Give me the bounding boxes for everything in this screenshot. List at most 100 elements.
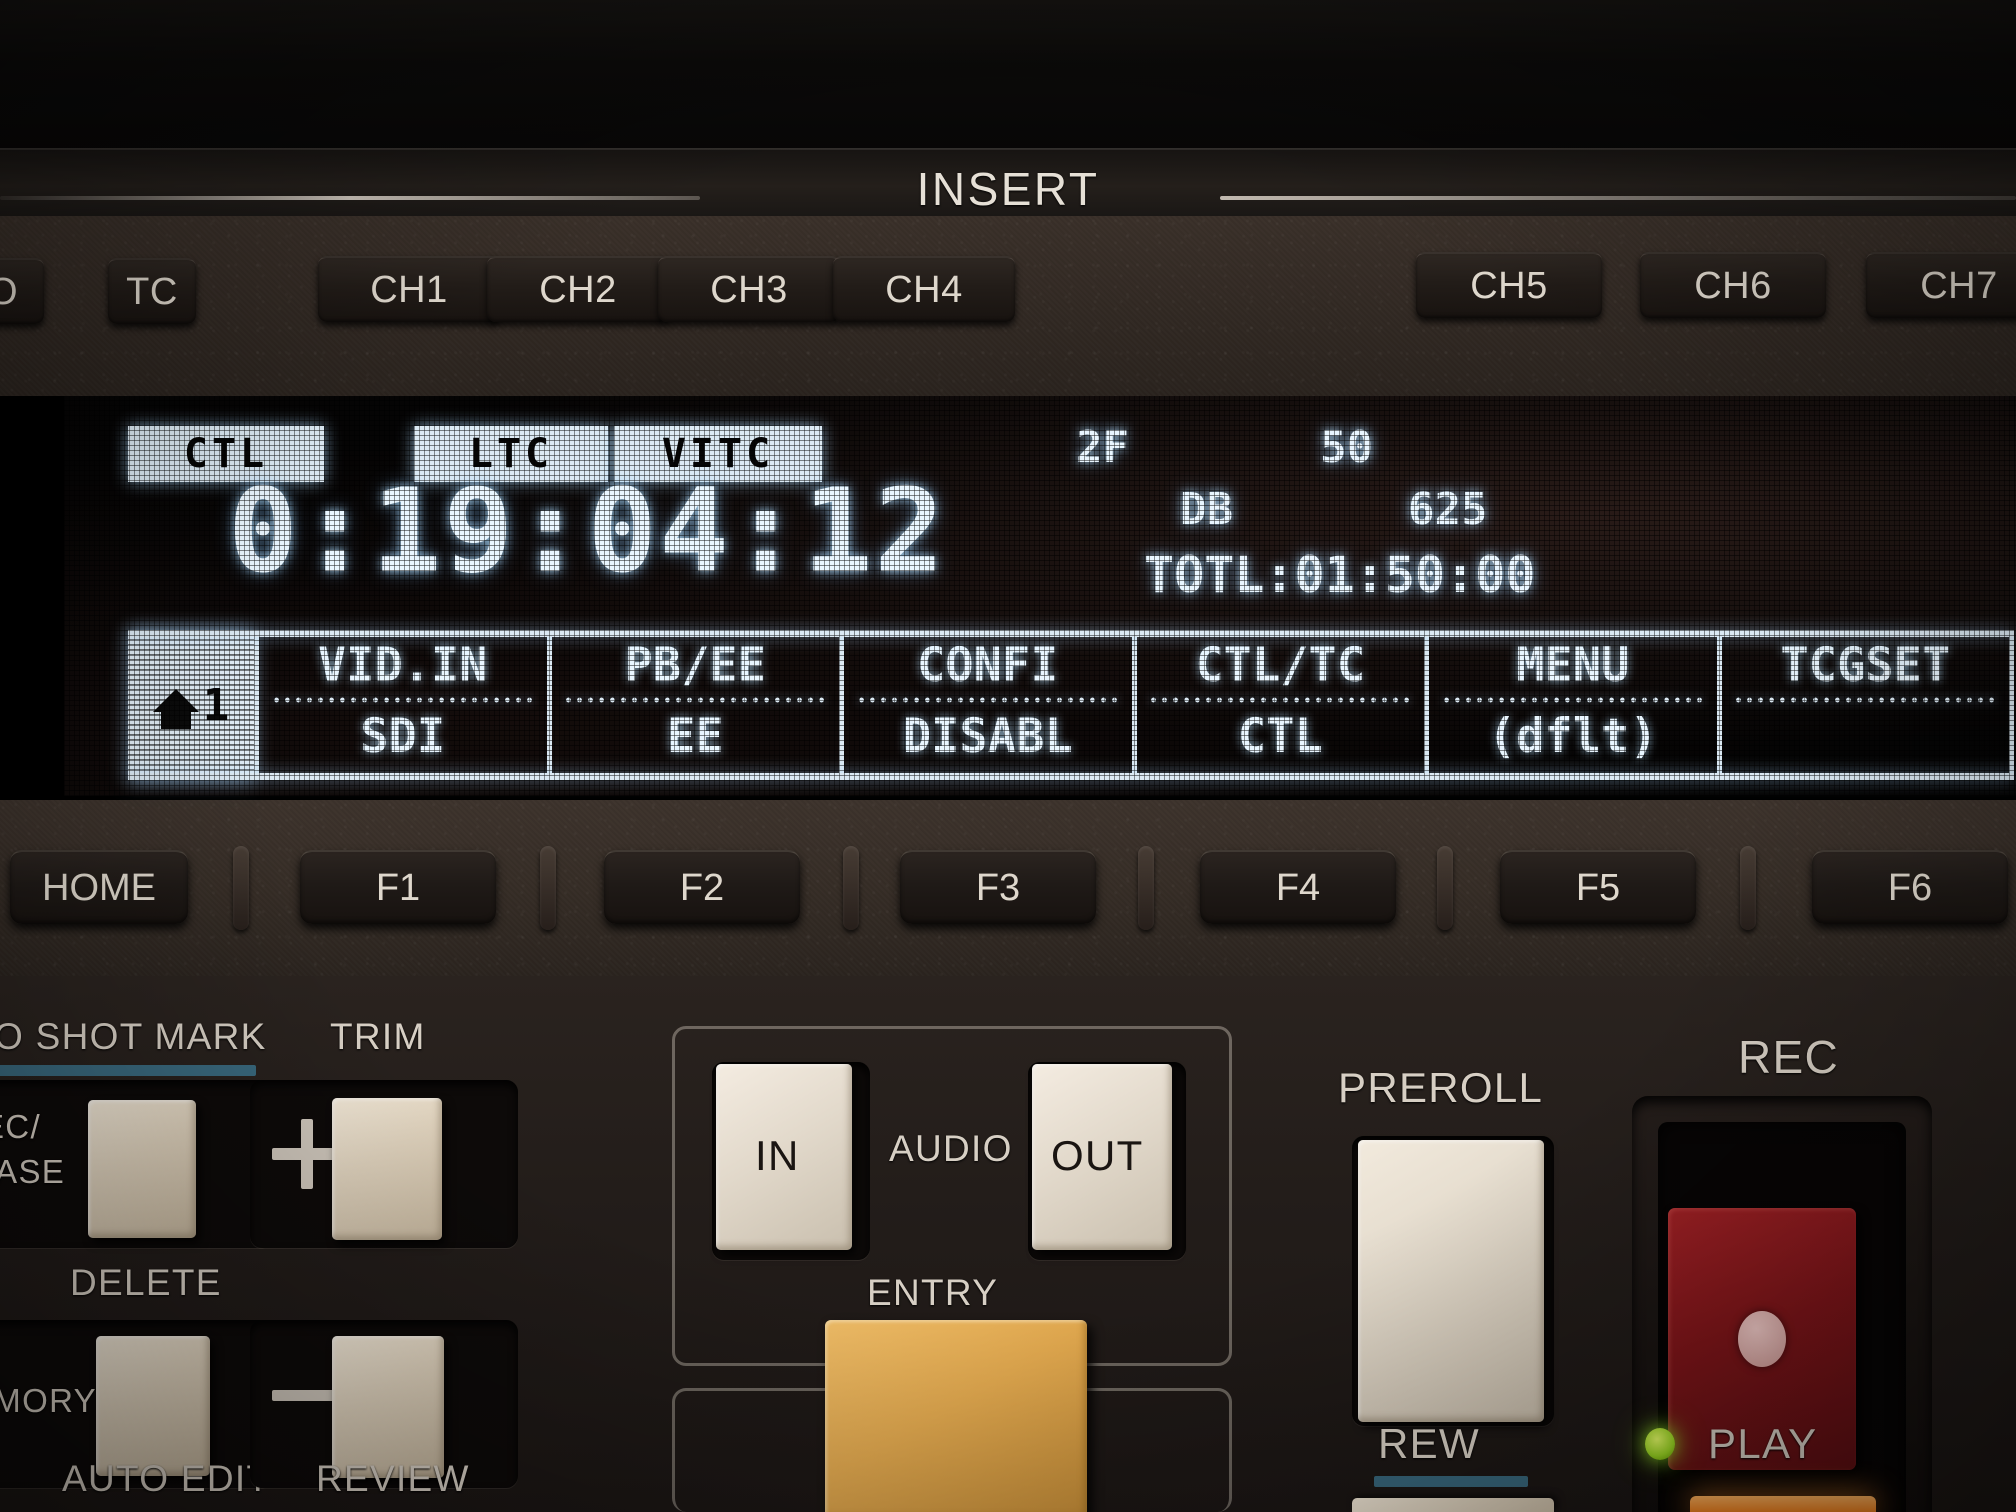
function-key-home[interactable]: HOME: [10, 850, 188, 924]
line-standard-indicator: 625: [1408, 484, 1488, 535]
channel-button-label: CH1: [370, 268, 448, 311]
main-timecode: 0:19:04:12: [228, 464, 947, 599]
channel-button-label: CH5: [1470, 264, 1548, 307]
audio-in-button-label: IN: [755, 1132, 800, 1179]
softkey-divider: [1148, 697, 1413, 703]
entry-button[interactable]: [825, 1320, 1087, 1512]
fkey-separator: [540, 846, 556, 930]
shot-mark-stripe: [0, 1065, 256, 1076]
softkey-confi[interactable]: CONFI DISABL: [839, 630, 1132, 780]
softkey-divider: [1440, 697, 1705, 703]
fkey-separator: [1740, 846, 1756, 930]
trim-plus-button[interactable]: [332, 1098, 442, 1240]
channel-button-label: CH3: [710, 268, 788, 311]
top-bezel: [0, 0, 2016, 158]
trim-plus-icon-v: [301, 1119, 313, 1189]
function-key-f2[interactable]: F2: [604, 850, 800, 924]
channel-button-label: CH4: [885, 268, 963, 311]
audio-label: AUDIO: [889, 1128, 1013, 1169]
channel-button-ch2[interactable]: CH2: [487, 256, 669, 322]
trim-minus-button[interactable]: [332, 1336, 444, 1478]
rec-erase-button[interactable]: [88, 1100, 196, 1238]
channel-button-label: CH7: [1920, 264, 1998, 307]
channel-button-ch6[interactable]: CH6: [1640, 252, 1826, 318]
total-duration: TOTL:01:50:00: [1144, 546, 1536, 604]
channel-button-ch1[interactable]: CH1: [318, 256, 500, 322]
insert-label: INSERT: [916, 163, 1100, 215]
frame-rate-indicator: 50: [1320, 422, 1373, 473]
function-key-label: F2: [679, 866, 725, 909]
softkey-menu-strip: 1 VID.IN SDI PB/EE EE CONFI DISABL CTL/T…: [128, 630, 2014, 780]
softkey-ctl-tc[interactable]: CTL/TC CTL: [1131, 630, 1425, 780]
delete-label: DELETE: [70, 1262, 222, 1303]
function-key-f4[interactable]: F4: [1200, 850, 1396, 924]
function-key-label: HOME: [42, 866, 156, 909]
home-page-number: 1: [202, 679, 230, 731]
field-indicator: 2F: [1076, 422, 1129, 473]
audio-out-button-label: OUT: [1051, 1132, 1144, 1179]
channel-button-ch3[interactable]: CH3: [658, 256, 840, 322]
auto-edit-label: AUTO EDIT: [62, 1458, 271, 1499]
softkey-label: MENU: [1516, 638, 1630, 693]
softkey-label: VID.IN: [317, 638, 488, 693]
softkey-value: DISABL: [902, 709, 1073, 764]
function-key-label: F1: [375, 866, 421, 909]
softkey-bottom-rule: [128, 773, 2014, 780]
rew-label: REW: [1378, 1420, 1480, 1467]
entry-label: ENTRY: [867, 1272, 999, 1313]
rec-erase-label-line1: EC/: [0, 1108, 41, 1145]
vtr-control-panel: INSERT O TC CH1 CH2 CH3 CH4 CH5 CH6 CH7 …: [0, 0, 2016, 1512]
function-key-f3[interactable]: F3: [900, 850, 1096, 924]
softkey-value: SDI: [360, 709, 446, 764]
preroll-button[interactable]: [1358, 1140, 1544, 1422]
channel-button-tc[interactable]: TC: [108, 258, 196, 324]
softkey-divider: [563, 697, 828, 703]
function-key-f6[interactable]: F6: [1812, 850, 2008, 924]
fkey-separator: [1138, 846, 1154, 930]
function-key-label: F6: [1887, 866, 1933, 909]
home-icon: [152, 688, 199, 729]
function-key-label: F4: [1275, 866, 1321, 909]
play-button[interactable]: [1690, 1496, 1876, 1512]
softkey-top-rule: [128, 630, 2014, 637]
fkey-separator: [1437, 846, 1453, 930]
softkey-value: (dflt): [1487, 709, 1658, 764]
review-label: REVIEW: [316, 1458, 470, 1499]
play-label: PLAY: [1708, 1420, 1818, 1467]
home-indicator[interactable]: 1: [128, 630, 254, 780]
fkey-separator: [233, 846, 249, 930]
softkey-vid-in[interactable]: VID.IN SDI: [254, 630, 547, 780]
preroll-label: PREROLL: [1338, 1064, 1544, 1111]
softkey-pb-ee[interactable]: PB/EE EE: [546, 630, 840, 780]
rec-erase-label-line2: RASE: [0, 1153, 66, 1190]
shot-mark-label: O SHOT MARK: [0, 1016, 267, 1057]
function-key-f5[interactable]: F5: [1500, 850, 1696, 924]
function-key-label: F5: [1575, 866, 1621, 909]
memory-button[interactable]: [96, 1336, 210, 1476]
trim-label: TRIM: [330, 1016, 426, 1057]
softkey-label: CTL/TC: [1195, 638, 1366, 693]
channel-button-ch5[interactable]: CH5: [1416, 252, 1602, 318]
rew-button[interactable]: [1352, 1498, 1554, 1512]
function-key-f1[interactable]: F1: [300, 850, 496, 924]
record-dot-icon: [1738, 1311, 1786, 1367]
softkey-tcgset[interactable]: TCGSET: [1716, 630, 2014, 780]
memory-label: EMORY: [0, 1382, 97, 1419]
channel-button-label: CH6: [1694, 264, 1772, 307]
softkey-divider: [855, 697, 1120, 703]
function-key-label: F3: [975, 866, 1021, 909]
softkey-label: TCGSET: [1780, 638, 1951, 693]
channel-button-ch7[interactable]: CH7: [1866, 252, 2016, 318]
softkey-value: CTL: [1237, 709, 1323, 764]
play-led-icon: [1645, 1428, 1675, 1460]
channel-button-o[interactable]: O: [0, 258, 44, 324]
rec-label: REC: [1738, 1031, 1840, 1083]
channel-button-label: CH2: [539, 268, 617, 311]
fkey-separator: [843, 846, 859, 930]
channel-button-ch4[interactable]: CH4: [833, 256, 1015, 322]
softkey-label: CONFI: [917, 638, 1059, 693]
channel-button-label: TC: [126, 270, 178, 313]
softkey-label: PB/EE: [624, 638, 766, 693]
softkey-menu[interactable]: MENU (dflt): [1424, 630, 1717, 780]
signal-format-indicator: DB: [1180, 484, 1233, 535]
